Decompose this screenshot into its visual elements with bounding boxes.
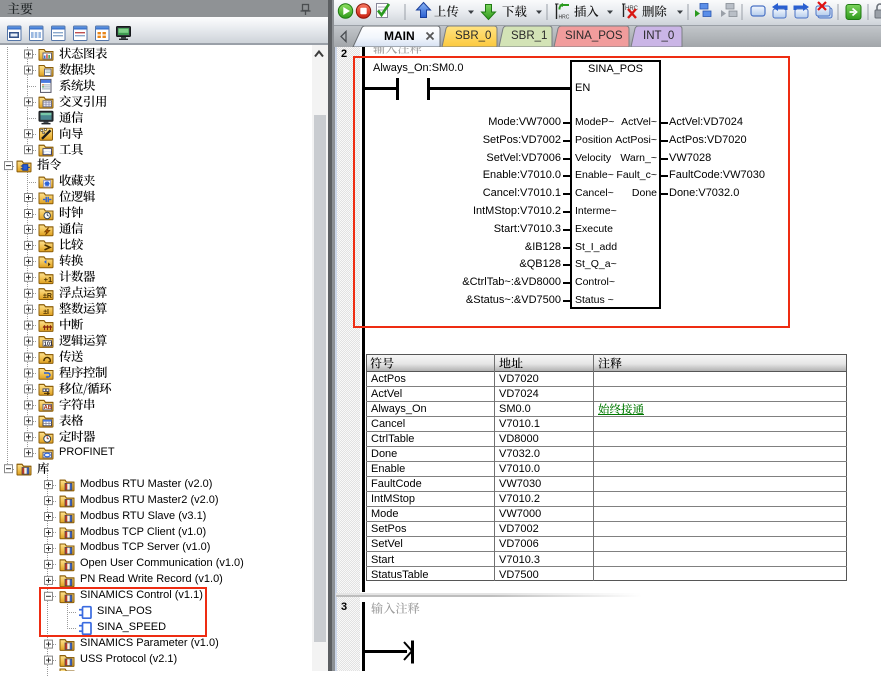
svg-text:+1: +1 <box>44 275 53 284</box>
svg-text:HRC: HRC <box>625 6 639 12</box>
svg-text:±R: ±R <box>43 293 52 300</box>
svg-text:HRC: HRC <box>559 15 570 21</box>
svg-text:101: 101 <box>44 341 53 347</box>
svg-text:±I: ±I <box>43 309 49 316</box>
svg-text:AB: AB <box>44 405 52 411</box>
